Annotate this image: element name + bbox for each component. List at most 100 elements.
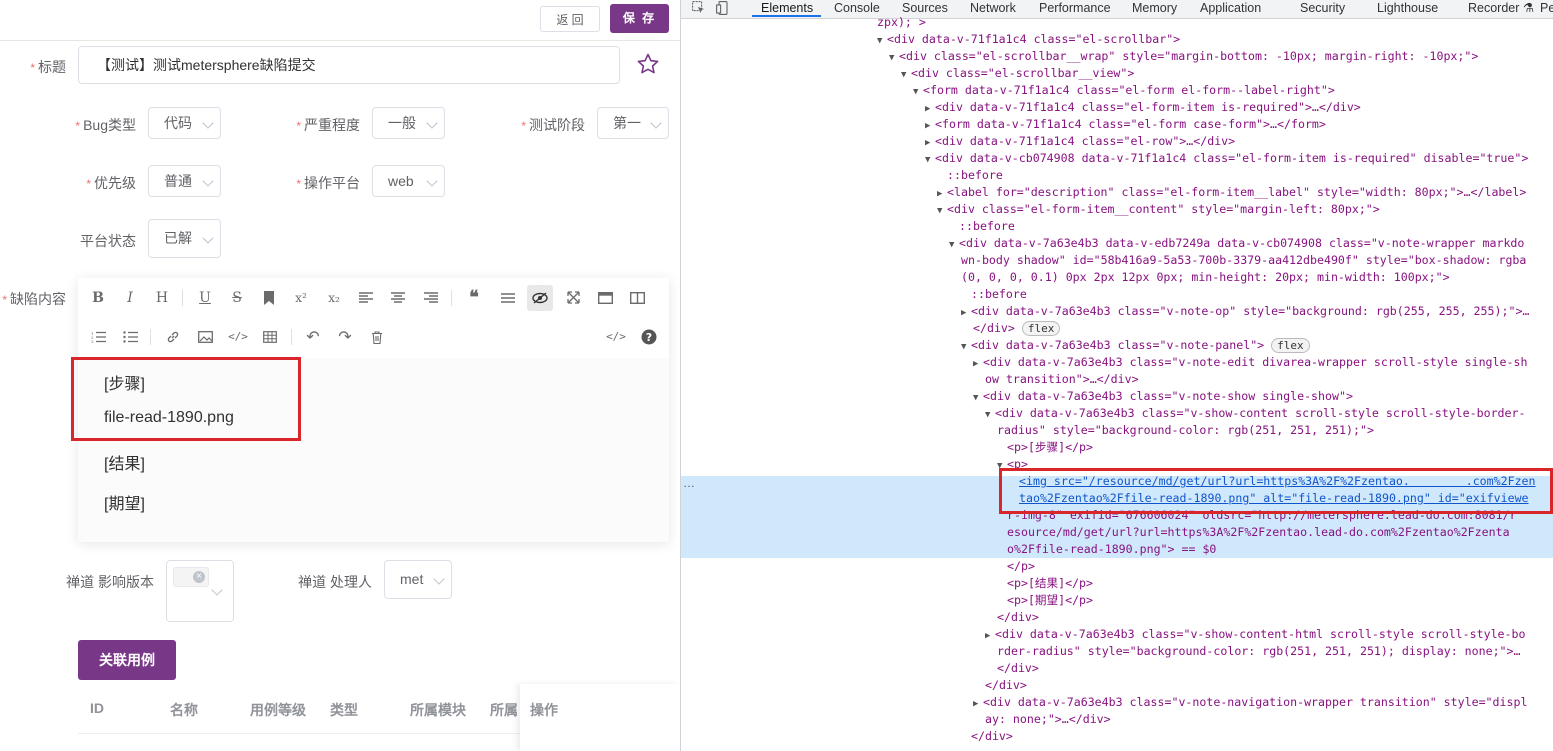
redo-icon[interactable]: ↷: [332, 324, 358, 350]
subscript-icon[interactable]: x₂: [321, 285, 347, 311]
dom-line[interactable]: ▼ <form data-v-71f1a1c4 class="el-form el…: [913, 82, 1335, 99]
dom-line[interactable]: </div>: [985, 677, 1027, 694]
tab-recorder[interactable]: Recorder ⚗: [1468, 0, 1534, 18]
platform-status-select[interactable]: 已解: [148, 219, 221, 258]
more-options-icon[interactable]: …: [683, 476, 695, 490]
dom-line[interactable]: ▶ <div data-v-71f1a1c4 class="el-form-ite…: [925, 99, 1361, 116]
link-icon[interactable]: [160, 324, 186, 350]
dom-line[interactable]: ow transition">…</div>: [985, 371, 1139, 388]
dom-line[interactable]: radius" style="background-color: rgb(251…: [997, 422, 1374, 439]
device-toolbar-icon[interactable]: [715, 1, 731, 17]
undo-icon[interactable]: ↶: [300, 324, 326, 350]
code-icon[interactable]: </>: [225, 324, 251, 350]
platform-select[interactable]: web: [372, 165, 445, 197]
dom-line[interactable]: esource/md/get/url?url=https%3A%2F%2Fzen…: [1007, 524, 1510, 541]
zentao-version-select[interactable]: ×: [166, 560, 234, 622]
inspect-element-icon[interactable]: [690, 1, 706, 17]
severity-select[interactable]: 一般: [372, 107, 445, 139]
help-icon[interactable]: ?: [636, 324, 662, 350]
dom-line[interactable]: ▼ <div data-v-71f1a1c4 class="el-scrollba…: [877, 31, 1180, 48]
dom-line[interactable]: ▶ <div data-v-7a63e4b3 class="v-show-cont…: [985, 626, 1525, 643]
dom-line[interactable]: zpx); >: [877, 14, 926, 31]
dom-line-text: <div data-v-71f1a1c4 class="el-scrollbar…: [887, 32, 1181, 46]
quote-icon[interactable]: ❝: [461, 285, 487, 311]
dom-line[interactable]: ▼ <div data-v-cb074908 data-v-71f1a1c4 cl…: [925, 150, 1528, 167]
html-code-icon[interactable]: </>: [603, 324, 629, 350]
dom-line[interactable]: wn-body shadow" id="58b416a9-5a53-700b-3…: [961, 252, 1526, 269]
align-center-icon[interactable]: [385, 285, 411, 311]
zentao-handler-select[interactable]: met: [384, 560, 452, 599]
trash-icon[interactable]: [364, 324, 390, 350]
italic-icon[interactable]: I: [117, 285, 143, 311]
relate-case-button[interactable]: 关联用例: [78, 640, 176, 680]
image-icon[interactable]: [192, 324, 218, 350]
tab-application[interactable]: Application: [1200, 0, 1261, 18]
dom-line[interactable]: ▶ <form data-v-71f1a1c4 class="el-form ca…: [925, 116, 1326, 133]
align-left-icon[interactable]: [353, 285, 379, 311]
dom-line[interactable]: ▼ <div data-v-7a63e4b3 class="v-note-show…: [973, 388, 1353, 405]
tab-memory[interactable]: Memory: [1132, 0, 1177, 18]
tab-lighthouse[interactable]: Lighthouse: [1377, 0, 1438, 18]
align-right-icon[interactable]: [418, 285, 444, 311]
dom-line[interactable]: ▶ <div data-v-7a63e4b3 class="v-note-navi…: [973, 694, 1527, 711]
close-icon[interactable]: ×: [193, 571, 205, 583]
dom-line[interactable]: </div>: [997, 609, 1039, 626]
tab-console[interactable]: Console: [834, 0, 880, 18]
hr-icon[interactable]: [495, 285, 521, 311]
dom-line[interactable]: ▼ <div class="el-scrollbar__wrap" style="…: [889, 48, 1478, 65]
read-mode-icon[interactable]: [592, 285, 618, 311]
tab-network[interactable]: Network: [970, 0, 1016, 18]
dom-line[interactable]: <p>[结果]</p>: [1007, 575, 1093, 592]
test-stage-select[interactable]: 第一: [597, 107, 669, 139]
dom-line[interactable]: ::before: [947, 167, 1003, 184]
bug-type-select[interactable]: 代码: [148, 107, 221, 139]
tab-performance[interactable]: Performance: [1039, 0, 1111, 18]
flex-badge[interactable]: flex: [1271, 338, 1310, 353]
dom-line[interactable]: ▼ <div data-v-7a63e4b3 data-v-edb7249a da…: [949, 235, 1524, 252]
dom-line[interactable]: </div>: [971, 728, 1013, 745]
dom-line[interactable]: ▶ <div data-v-7a63e4b3 class="v-note-edit…: [973, 354, 1527, 371]
dom-line-text: <form data-v-71f1a1c4 class="el-form cas…: [935, 117, 1326, 131]
save-button[interactable]: 保 存: [610, 4, 669, 33]
dom-line[interactable]: ▶ <label for="description" class="el-form…: [937, 184, 1526, 201]
active-tab-indicator: [752, 15, 821, 17]
dom-line[interactable]: </p>: [1007, 558, 1035, 575]
title-input[interactable]: 【测试】测试metersphere缺陷提交: [78, 46, 620, 84]
dom-line[interactable]: ::before: [959, 218, 1015, 235]
dom-line[interactable]: <p>[期望]</p>: [1007, 592, 1093, 609]
priority-select[interactable]: 普通: [148, 165, 221, 197]
mark-icon[interactable]: [256, 285, 282, 311]
bold-icon[interactable]: B: [85, 285, 111, 311]
superscript-icon[interactable]: x²: [288, 285, 314, 311]
dom-line[interactable]: (0, 0, 0, 0.1) 0px 2px 12px 0px; min-hei…: [961, 269, 1450, 286]
dom-line[interactable]: ▼ <div data-v-7a63e4b3 class="v-show-cont…: [985, 405, 1525, 422]
dom-line[interactable]: ▼ <div class="el-scrollbar__view">: [901, 65, 1134, 82]
strikethrough-icon[interactable]: S: [224, 285, 250, 311]
unordered-list-icon[interactable]: [117, 324, 143, 350]
dom-line[interactable]: </div> flex: [973, 320, 1061, 337]
dom-line[interactable]: ::before: [971, 286, 1027, 303]
preview-toggle-icon[interactable]: [527, 285, 553, 311]
star-icon[interactable]: [636, 52, 660, 76]
dom-line[interactable]: rder-radius" style="background-color: rg…: [997, 643, 1521, 660]
dom-line[interactable]: o%2Ffile-read-1890.png"> == $0: [1007, 541, 1216, 558]
dom-line[interactable]: ▶ <div data-v-71f1a1c4 class="el-row">…</…: [925, 133, 1235, 150]
dom-line-text: </div>: [985, 678, 1027, 692]
dom-line[interactable]: ▶ <div data-v-7a63e4b3 class="v-note-op" …: [961, 303, 1529, 320]
tab-security[interactable]: Security: [1300, 0, 1345, 18]
dom-line[interactable]: </div>: [997, 660, 1039, 677]
heading-icon[interactable]: H: [149, 285, 175, 311]
underline-icon[interactable]: U: [192, 285, 218, 311]
back-button[interactable]: 返 回: [540, 6, 600, 32]
dom-line[interactable]: <p>[步骤]</p>: [1007, 439, 1093, 456]
required-marker: *: [296, 177, 301, 191]
tab-more[interactable]: Pe: [1540, 0, 1553, 18]
ordered-list-icon[interactable]: 123: [85, 324, 111, 350]
flex-badge[interactable]: flex: [1021, 321, 1061, 336]
dom-line[interactable]: ▼ <div class="el-form-item__content" styl…: [937, 201, 1380, 218]
fullscreen-icon[interactable]: [560, 285, 586, 311]
split-view-icon[interactable]: [624, 285, 650, 311]
table-icon[interactable]: [257, 324, 283, 350]
dom-line[interactable]: ay: none;">…</div>: [985, 711, 1111, 728]
dom-line[interactable]: ▼ <div data-v-7a63e4b3 class="v-note-pane…: [961, 337, 1310, 354]
